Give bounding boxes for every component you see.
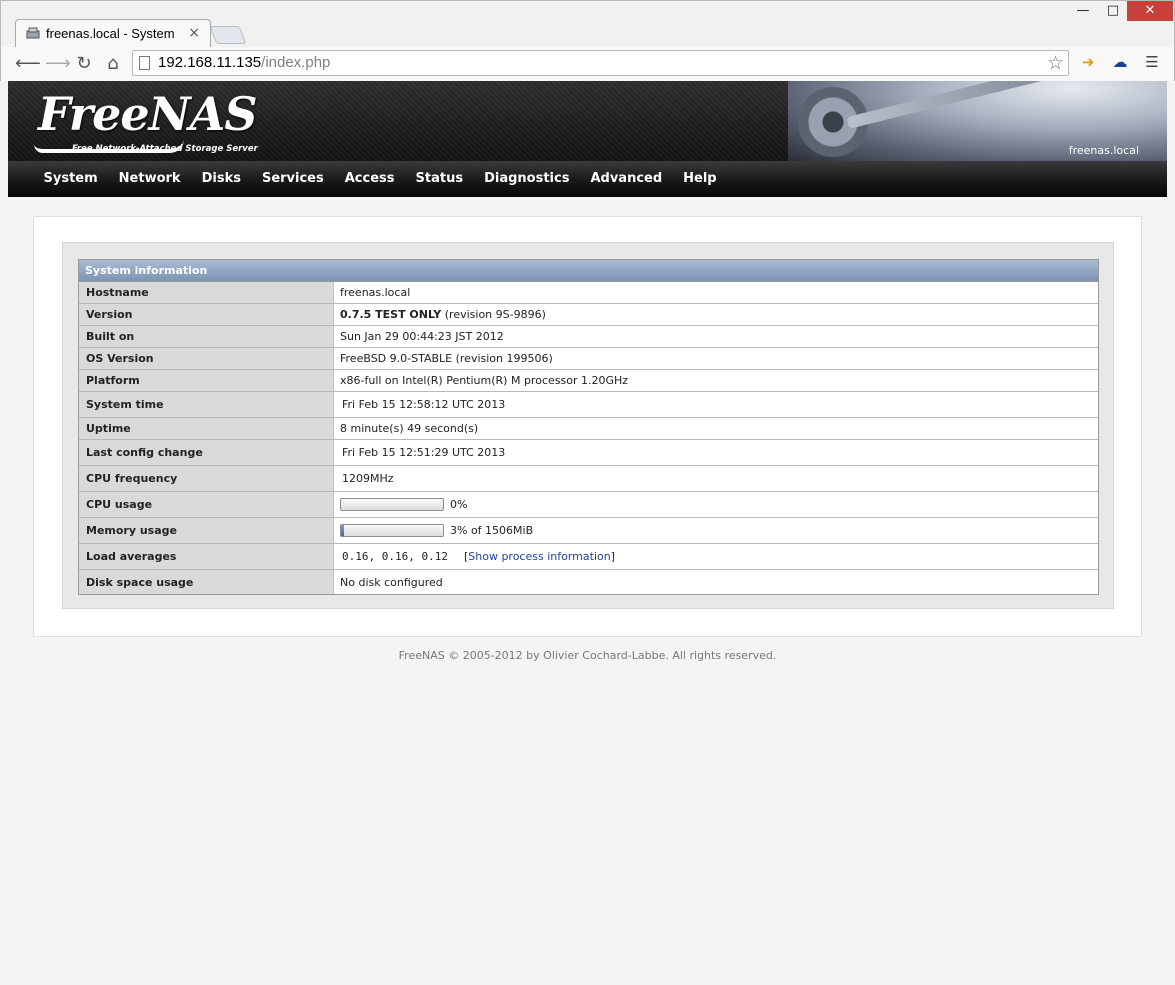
value-disk-space: No disk configured xyxy=(340,575,443,589)
row-uptime: Uptime 8 minute(s) 49 second(s) xyxy=(79,418,1098,440)
value-last-config: Fri Feb 15 12:51:29 UTC 2013 xyxy=(342,446,506,459)
home-icon[interactable]: ⌂ xyxy=(102,53,124,75)
label-hostname: Hostname xyxy=(79,282,334,303)
url-text: 192.168.11.135/index.php xyxy=(158,54,331,71)
value-load-averages: 0.16, 0.16, 0.12 [Show process informati… xyxy=(334,544,1098,569)
menu-disks[interactable]: Disks xyxy=(191,161,251,197)
label-disk-space: Disk space usage xyxy=(79,570,334,594)
maximize-button[interactable]: □ xyxy=(1099,1,1127,21)
bracket-close: ] xyxy=(610,550,615,563)
address-bar[interactable]: 192.168.11.135/index.php ☆ xyxy=(132,50,1069,76)
label-uptime: Uptime xyxy=(79,418,334,439)
bookmark-star-icon[interactable]: ☆ xyxy=(1047,52,1064,74)
label-memory-usage: Memory usage xyxy=(79,518,334,543)
value-cpu-usage: 0% xyxy=(334,492,1098,517)
tab-strip: freenas.local - System × — □ ✕ xyxy=(1,1,1174,47)
menu-advanced[interactable]: Advanced xyxy=(580,161,673,197)
value-uptime: 8 minute(s) 49 second(s) xyxy=(340,422,479,435)
row-load-averages: Load averages 0.16, 0.16, 0.12 [Show pro… xyxy=(79,544,1098,570)
menu-diagnostics[interactable]: Diagnostics xyxy=(474,161,580,197)
page: FreeNAS Free Network-Attached Storage Se… xyxy=(8,81,1167,978)
memory-usage-fill xyxy=(341,525,345,536)
system-info-table: System information Hostname freenas.loca… xyxy=(78,259,1099,595)
cpu-usage-text: 0% xyxy=(450,498,468,511)
main-menu: System Network Disks Services Access Sta… xyxy=(8,161,1167,197)
label-load-averages: Load averages xyxy=(79,544,334,569)
value-memory-usage: 3% of 1506MiB xyxy=(334,518,1098,543)
menu-system[interactable]: System xyxy=(33,161,108,197)
info-panel: System information Hostname freenas.loca… xyxy=(62,242,1114,609)
header-hostname: freenas.local xyxy=(1068,144,1139,157)
row-cpu-frequency: CPU frequency 1209MHz xyxy=(79,466,1098,492)
cloud-icon[interactable]: ☁ xyxy=(1109,53,1131,73)
system-info-title: System information xyxy=(79,260,1098,282)
browser-tab[interactable]: freenas.local - System × xyxy=(15,19,211,47)
footer-copyright: FreeNAS © 2005-2012 by Olivier Cochard-L… xyxy=(398,649,777,662)
favicon-icon xyxy=(26,27,40,39)
browser-toolbar: ⟵ ⟶ ↻ ⌂ 192.168.11.135/index.php ☆ xyxy=(1,47,1174,81)
tab-title: freenas.local - System xyxy=(46,26,175,41)
label-system-time: System time xyxy=(79,392,334,417)
menu-help[interactable]: Help xyxy=(673,161,727,197)
label-built-on: Built on xyxy=(79,326,334,347)
row-system-time: System time Fri Feb 15 12:58:12 UTC 2013 xyxy=(79,392,1098,418)
value-version: 0.7.5 TEST ONLY (revision 9S-9896) xyxy=(340,308,546,321)
browser-window: freenas.local - System × — □ ✕ ⟵ ⟶ ↻ ⌂ 1… xyxy=(0,0,1175,81)
value-platform: x86-full on Intel(R) Pentium(R) M proces… xyxy=(340,374,629,387)
close-window-button[interactable]: ✕ xyxy=(1127,1,1173,21)
menu-network[interactable]: Network xyxy=(108,161,191,197)
new-tab-button[interactable] xyxy=(209,26,247,44)
value-os-version: FreeBSD 9.0-STABLE (revision 199506) xyxy=(340,352,553,365)
label-version: Version xyxy=(79,304,334,325)
back-icon[interactable]: ⟵ xyxy=(15,53,41,75)
show-process-info-link[interactable]: Show process information xyxy=(468,550,610,563)
extension-icon[interactable]: ➜ xyxy=(1077,53,1099,73)
row-platform: Platform x86-full on Intel(R) Pentium(R)… xyxy=(79,370,1098,392)
content-area: System information Hostname freenas.loca… xyxy=(33,216,1142,637)
tab-close-icon[interactable]: × xyxy=(188,25,200,41)
page-icon xyxy=(139,56,150,70)
logo-tagline: Free Network-Attached Storage Server xyxy=(72,144,258,154)
row-hostname: Hostname freenas.local xyxy=(79,282,1098,304)
reload-icon[interactable]: ↻ xyxy=(73,53,95,75)
minimize-button[interactable]: — xyxy=(1069,1,1097,21)
row-cpu-usage: CPU usage 0% xyxy=(79,492,1098,518)
load-averages-text: 0.16, 0.16, 0.12 xyxy=(342,550,448,563)
label-cpu-frequency: CPU frequency xyxy=(79,466,334,491)
menu-services[interactable]: Services xyxy=(251,161,334,197)
menu-icon[interactable]: ☰ xyxy=(1141,53,1163,73)
memory-usage-text: 3% of 1506MiB xyxy=(450,524,534,537)
freenas-logo[interactable]: FreeNAS xyxy=(38,87,258,141)
menu-access[interactable]: Access xyxy=(334,161,405,197)
row-disk-space: Disk space usage No disk configured xyxy=(79,570,1098,594)
label-cpu-usage: CPU usage xyxy=(79,492,334,517)
row-memory-usage: Memory usage 3% of 1506MiB xyxy=(79,518,1098,544)
row-os-version: OS Version FreeBSD 9.0-STABLE (revision … xyxy=(79,348,1098,370)
value-hostname: freenas.local xyxy=(340,286,411,299)
row-last-config: Last config change Fri Feb 15 12:51:29 U… xyxy=(79,440,1098,466)
memory-usage-bar xyxy=(340,524,444,537)
forward-icon[interactable]: ⟶ xyxy=(45,53,71,75)
label-os-version: OS Version xyxy=(79,348,334,369)
menu-status[interactable]: Status xyxy=(405,161,474,197)
value-built-on: Sun Jan 29 00:44:23 JST 2012 xyxy=(340,330,504,343)
label-platform: Platform xyxy=(79,370,334,391)
row-version: Version 0.7.5 TEST ONLY (revision 9S-989… xyxy=(79,304,1098,326)
value-cpu-frequency: 1209MHz xyxy=(342,472,394,485)
freenas-header: FreeNAS Free Network-Attached Storage Se… xyxy=(8,81,1167,161)
row-built-on: Built on Sun Jan 29 00:44:23 JST 2012 xyxy=(79,326,1098,348)
label-last-config: Last config change xyxy=(79,440,334,465)
value-system-time: Fri Feb 15 12:58:12 UTC 2013 xyxy=(342,398,506,411)
cpu-usage-bar xyxy=(340,498,444,511)
